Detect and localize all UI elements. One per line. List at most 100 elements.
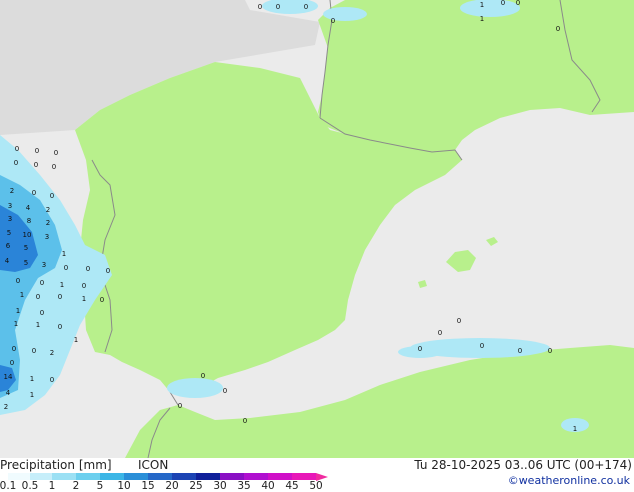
legend-swatch xyxy=(148,473,172,480)
value-label: 0 xyxy=(16,277,20,285)
value-label: 1 xyxy=(14,320,18,328)
value-label: 0 xyxy=(418,345,422,353)
value-label: 0 xyxy=(64,264,68,272)
value-label: 8 xyxy=(27,217,31,225)
value-label: 5 xyxy=(7,229,11,237)
value-label: 0 xyxy=(438,329,442,337)
value-label: 0 xyxy=(15,145,19,153)
legend-swatch xyxy=(8,473,30,480)
value-label: 0 xyxy=(304,3,308,11)
value-label: 0 xyxy=(501,0,505,7)
value-label: 0 xyxy=(82,282,86,290)
value-label: 1 xyxy=(20,291,24,299)
model-name: ICON xyxy=(138,458,169,472)
value-label: 1 xyxy=(62,250,66,258)
value-label: 0 xyxy=(276,3,280,11)
value-label: 3 xyxy=(45,233,49,241)
value-label: 10 xyxy=(23,231,32,239)
value-label: 5 xyxy=(24,244,28,252)
value-label: 0 xyxy=(10,359,14,367)
value-label: 3 xyxy=(8,215,12,223)
value-label: 4 xyxy=(26,204,31,212)
value-label: 0 xyxy=(32,347,36,355)
value-label: 1 xyxy=(30,375,34,383)
value-label: 0 xyxy=(86,265,90,273)
value-label: 1 xyxy=(16,307,20,315)
value-label: 14 xyxy=(4,373,13,381)
value-label: 0 xyxy=(32,189,36,197)
value-label: 5 xyxy=(24,259,28,267)
value-label: 0 xyxy=(556,25,560,33)
value-label: 1 xyxy=(573,425,577,433)
legend-tick-label: 50 xyxy=(309,480,323,492)
legend-swatch xyxy=(244,473,268,480)
value-label: 1 xyxy=(82,295,86,303)
value-label: 0 xyxy=(223,387,227,395)
value-label: 0 xyxy=(35,147,39,155)
value-label: 2 xyxy=(50,349,54,357)
value-label: 0 xyxy=(52,163,56,171)
value-label: 2 xyxy=(46,206,50,214)
credit-text: ©weatheronline.co.uk xyxy=(507,474,630,487)
value-label: 3 xyxy=(8,202,12,210)
value-label: 0 xyxy=(106,267,110,275)
legend-swatch xyxy=(52,473,76,480)
legend-swatch xyxy=(76,473,100,480)
value-label: 0 xyxy=(480,342,484,350)
value-label: 0 xyxy=(516,0,520,7)
value-label: 4 xyxy=(5,257,10,265)
legend-swatch xyxy=(30,473,52,480)
legend-swatch xyxy=(268,473,292,480)
value-label: 0 xyxy=(36,293,40,301)
legend-swatch xyxy=(172,473,196,480)
value-label: 4 xyxy=(6,389,11,397)
value-label: 1 xyxy=(60,281,64,289)
value-label: 0 xyxy=(54,149,58,157)
legend-title: Precipitation [mm] xyxy=(0,458,112,472)
legend-swatch xyxy=(100,473,124,480)
legend-tick-label: 0.5 xyxy=(21,480,39,492)
value-label: 0 xyxy=(178,402,182,410)
value-label: 0 xyxy=(258,3,262,11)
value-label: 1 xyxy=(36,321,40,329)
value-label: 0 xyxy=(50,192,54,200)
value-label: 0 xyxy=(14,159,18,167)
legend-swatch xyxy=(292,473,316,480)
legend-tick-label: 30 xyxy=(213,480,227,492)
value-label: 0 xyxy=(50,376,54,384)
legend-tick-label: 15 xyxy=(141,480,155,492)
value-label: 0 xyxy=(457,317,461,325)
legend-tick-label: 1 xyxy=(48,480,56,492)
value-label: 0 xyxy=(100,296,104,304)
legend-tick-label: 40 xyxy=(261,480,275,492)
precip-gibraltar xyxy=(167,378,223,398)
value-label: 0 xyxy=(548,347,552,355)
value-label: 2 xyxy=(10,187,14,195)
value-label: 0 xyxy=(40,309,44,317)
value-label: 0 xyxy=(34,161,38,169)
value-label: 0 xyxy=(58,323,62,331)
value-label: 1 xyxy=(480,1,484,9)
value-label: 0 xyxy=(331,17,335,25)
value-label: 1 xyxy=(74,336,78,344)
legend-tick-label: 20 xyxy=(165,480,179,492)
legend-tick-label: 5 xyxy=(96,480,104,492)
legend-tick-label: 0.1 xyxy=(0,480,17,492)
value-label: 2 xyxy=(4,403,8,411)
legend-swatch xyxy=(220,473,244,480)
value-label: 0 xyxy=(12,345,16,353)
legend-tick-label: 45 xyxy=(285,480,299,492)
precipitation-map: 0 0 0 1 0 00 100 0 00 0 02 0 03 4 23 8 25 10 36 5104 5 3 0 00 0 1… xyxy=(0,0,634,458)
legend-swatch xyxy=(124,473,148,480)
precip-north-2 xyxy=(323,7,367,21)
value-label: 3 xyxy=(42,261,46,269)
valid-time: Tu 28-10-2025 03..06 UTC (00+174) xyxy=(414,458,632,472)
value-label: 0 xyxy=(243,417,247,425)
value-label: 6 xyxy=(6,242,11,250)
value-label: 0 xyxy=(518,347,522,355)
legend-tick-label: 25 xyxy=(189,480,203,492)
value-label: 2 xyxy=(46,219,50,227)
value-label: 0 xyxy=(201,372,205,380)
value-label: 0 xyxy=(58,293,62,301)
legend-swatch xyxy=(196,473,220,480)
